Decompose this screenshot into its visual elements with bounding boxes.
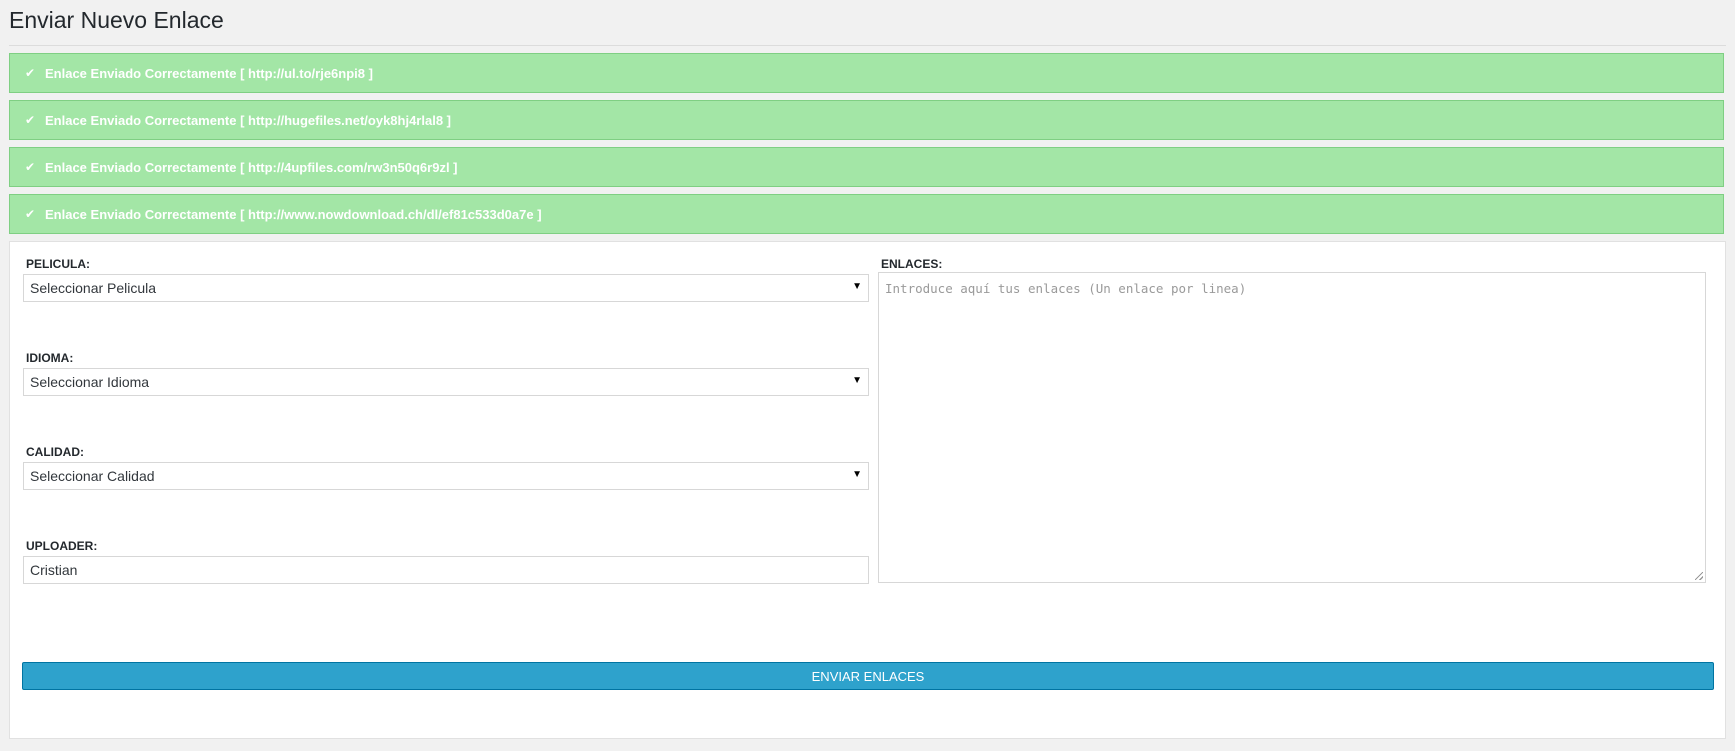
success-notice: ✔ Enlace Enviado Correctamente [ http://… <box>9 194 1724 234</box>
calidad-selected-value: Seleccionar Calidad <box>30 468 155 484</box>
notice-text: Enlace Enviado Correctamente [ http://ww… <box>45 206 542 222</box>
notice-text: Enlace Enviado Correctamente [ http://4u… <box>45 159 458 175</box>
link-form-panel: PELICULA: Seleccionar Pelicula ▼ IDIOMA:… <box>9 241 1726 739</box>
idioma-select[interactable]: Seleccionar Idioma ▼ <box>23 368 869 396</box>
check-icon: ✔ <box>25 207 36 221</box>
calidad-label: CALIDAD: <box>26 445 84 459</box>
notice-text: Enlace Enviado Correctamente [ http://hu… <box>45 112 451 128</box>
calidad-select[interactable]: Seleccionar Calidad ▼ <box>23 462 869 490</box>
resize-handle-icon[interactable] <box>1695 572 1703 580</box>
check-icon: ✔ <box>25 113 36 127</box>
title-divider <box>9 45 1726 46</box>
enlaces-textarea[interactable]: Introduce aquí tus enlaces (Un enlace po… <box>878 272 1706 583</box>
enlaces-placeholder: Introduce aquí tus enlaces (Un enlace po… <box>885 281 1247 296</box>
pelicula-selected-value: Seleccionar Pelicula <box>30 280 157 296</box>
idioma-selected-value: Seleccionar Idioma <box>30 374 150 390</box>
page-title: Enviar Nuevo Enlace <box>9 7 224 33</box>
chevron-down-icon: ▼ <box>852 469 862 480</box>
check-icon: ✔ <box>25 66 36 80</box>
uploader-label: UPLOADER: <box>26 539 98 553</box>
enlaces-label: ENLACES: <box>881 257 943 271</box>
pelicula-select[interactable]: Seleccionar Pelicula ▼ <box>23 274 869 302</box>
pelicula-label: PELICULA: <box>26 257 90 271</box>
notice-text: Enlace Enviado Correctamente [ http://ul… <box>45 65 373 81</box>
chevron-down-icon: ▼ <box>852 375 862 386</box>
success-notice: ✔ Enlace Enviado Correctamente [ http://… <box>9 100 1724 140</box>
submit-links-button[interactable]: ENVIAR ENLACES <box>22 662 1714 690</box>
uploader-value: Cristian <box>30 562 78 578</box>
idioma-label: IDIOMA: <box>26 351 74 365</box>
uploader-input[interactable]: Cristian <box>23 556 869 584</box>
check-icon: ✔ <box>25 160 36 174</box>
success-notice: ✔ Enlace Enviado Correctamente [ http://… <box>9 53 1724 93</box>
chevron-down-icon: ▼ <box>852 281 862 292</box>
success-notice: ✔ Enlace Enviado Correctamente [ http://… <box>9 147 1724 187</box>
